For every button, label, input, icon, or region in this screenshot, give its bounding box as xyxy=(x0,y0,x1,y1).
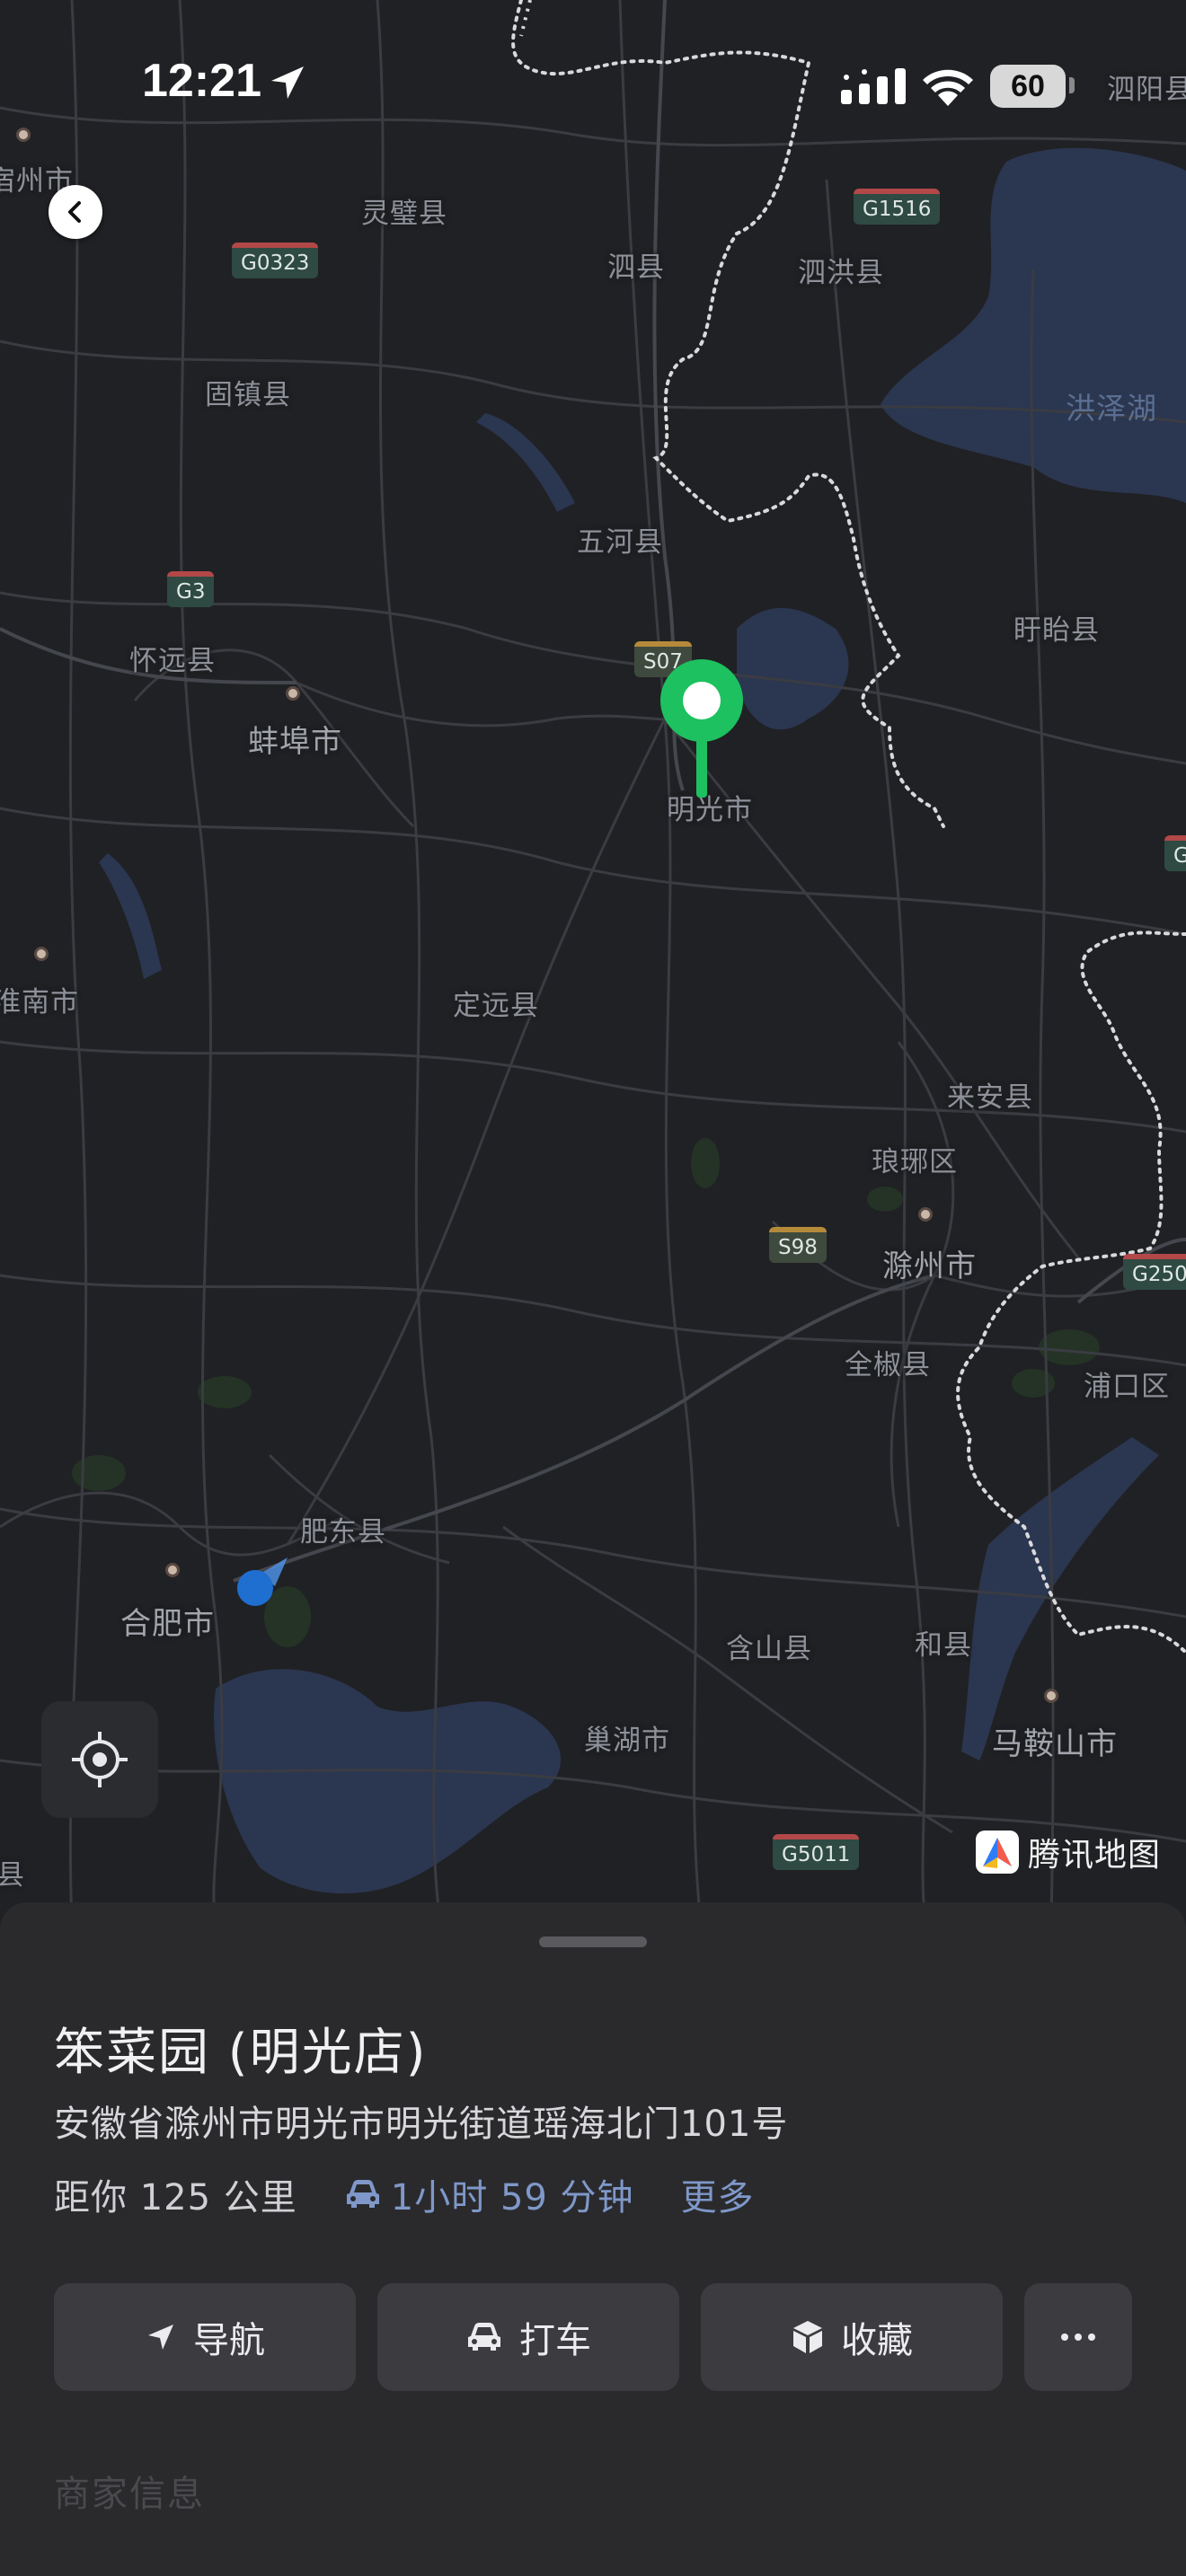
map-label-sihong[interactable]: 泗洪县 xyxy=(798,250,884,290)
map-label-quanjiao[interactable]: 全椒县 xyxy=(845,1342,931,1382)
sheet-drag-handle[interactable] xyxy=(539,1936,647,1947)
battery-nub xyxy=(1069,77,1075,93)
tencent-map-logo-text: 腾讯地图 xyxy=(1028,1837,1162,1874)
status-time: 12:21 xyxy=(142,55,261,107)
favorite-label: 收藏 xyxy=(841,2320,913,2361)
wifi-icon xyxy=(923,69,973,106)
taxi-button[interactable]: 打车 xyxy=(377,2283,679,2391)
map-label-xuyi[interactable]: 盱眙县 xyxy=(1013,607,1100,648)
map-label-guzhen[interactable]: 固镇县 xyxy=(205,372,291,412)
merchant-info-heading: 商家信息 xyxy=(54,2474,205,2515)
map-label-sixian[interactable]: 泗县 xyxy=(607,244,665,285)
navigation-arrow-icon xyxy=(148,2325,173,2350)
map-label-huaiyuan[interactable]: 怀远县 xyxy=(129,638,216,678)
locate-me-button[interactable] xyxy=(41,1701,158,1818)
city-dot-bengbu xyxy=(286,686,300,701)
back-button[interactable] xyxy=(49,185,102,239)
map-label-chaohu[interactable]: 巢湖市 xyxy=(584,1717,670,1758)
status-bar: 12:21 60 xyxy=(0,0,1186,171)
highway-shield-s98: S98 xyxy=(769,1227,827,1263)
ellipsis-icon xyxy=(1061,2333,1095,2341)
map-label-pukou[interactable]: 浦口区 xyxy=(1084,1363,1170,1404)
map-label-huainan[interactable]: 淮南市 xyxy=(0,979,79,1019)
drive-time: 1小时 59 分钟 xyxy=(390,2177,634,2219)
city-dot-chuzhou xyxy=(918,1207,933,1222)
highway-shield-g5011: G5011 xyxy=(773,1834,860,1870)
navigate-button[interactable]: 导航 xyxy=(54,2283,356,2391)
poi-address: 安徽省滁州市明光市明光街道瑶海北门101号 xyxy=(54,2104,789,2145)
box-icon xyxy=(793,2321,822,2353)
map-label-xian-edge[interactable]: 县 xyxy=(0,1852,25,1892)
highway-shield-g-edge: G xyxy=(1164,835,1186,871)
navigate-label: 导航 xyxy=(193,2320,265,2361)
favorite-button[interactable]: 收藏 xyxy=(701,2283,1003,2391)
map-label-hexian[interactable]: 和县 xyxy=(915,1622,972,1663)
map-label-hanshan[interactable]: 含山县 xyxy=(726,1626,812,1666)
map-label-laian[interactable]: 来安县 xyxy=(947,1074,1033,1115)
map-label-bengbu[interactable]: 蚌埠市 xyxy=(248,717,342,761)
map-view[interactable]: 宿州市 灵璧县 泗县 泗洪县 泗阳县 固镇县 五河县 怀远县 蚌埠市 盱眙县 明… xyxy=(0,0,1186,1922)
taxi-label: 打车 xyxy=(519,2320,591,2361)
map-label-maanshan[interactable]: 马鞍山市 xyxy=(992,1719,1118,1763)
more-link[interactable]: 更多 xyxy=(681,2168,755,2220)
poi-detail-sheet[interactable]: 笨菜园 (明光店) 安徽省滁州市明光市明光街道瑶海北门101号 距你 125 公… xyxy=(0,1902,1186,2576)
highway-shield-g1516: G1516 xyxy=(854,189,941,225)
crosshair-icon xyxy=(72,1732,128,1787)
map-label-chuzhou[interactable]: 滁州市 xyxy=(882,1241,977,1285)
map-label-wuhe[interactable]: 五河县 xyxy=(577,519,663,560)
taxi-car-icon xyxy=(468,2323,500,2351)
highway-shield-g2503: G2503 xyxy=(1123,1254,1186,1290)
tencent-map-logo: 腾讯地图 xyxy=(976,1829,1161,1875)
user-location-icon xyxy=(237,1557,288,1606)
battery-indicator: 60 xyxy=(990,65,1066,108)
map-label-feidong[interactable]: 肥东县 xyxy=(300,1509,386,1549)
map-label-dingyuan[interactable]: 定远县 xyxy=(453,983,539,1023)
map-label-hefei[interactable]: 合肥市 xyxy=(120,1599,215,1643)
destination-pin-icon[interactable] xyxy=(658,656,746,799)
chevron-left-icon xyxy=(68,201,81,223)
city-dot-hefei xyxy=(165,1563,180,1577)
city-dot-huainan xyxy=(34,947,49,961)
highway-shield-g0323: G0323 xyxy=(232,243,319,278)
tencent-map-logo-icon xyxy=(976,1831,1019,1874)
poi-distance-row: 距你 125 公里 1小时 59 分钟 更多 xyxy=(54,2168,755,2220)
highway-shield-g3: G3 xyxy=(167,571,215,607)
map-label-langya[interactable]: 琅琊区 xyxy=(872,1139,958,1179)
more-options-button[interactable] xyxy=(1024,2283,1132,2391)
location-arrow-icon xyxy=(271,66,304,99)
map-label-lingbi[interactable]: 灵璧县 xyxy=(361,190,447,231)
car-icon xyxy=(346,2180,379,2208)
poi-distance: 距你 125 公里 xyxy=(54,2177,297,2219)
city-dot-maanshan xyxy=(1044,1689,1058,1703)
drive-time-link[interactable]: 1小时 59 分钟 xyxy=(344,2168,634,2220)
cellular-signal-icon xyxy=(841,68,906,104)
poi-title: 笨菜园 (明光店) xyxy=(54,2024,428,2082)
map-label-hongze-lake[interactable]: 洪泽湖 xyxy=(1066,384,1157,428)
